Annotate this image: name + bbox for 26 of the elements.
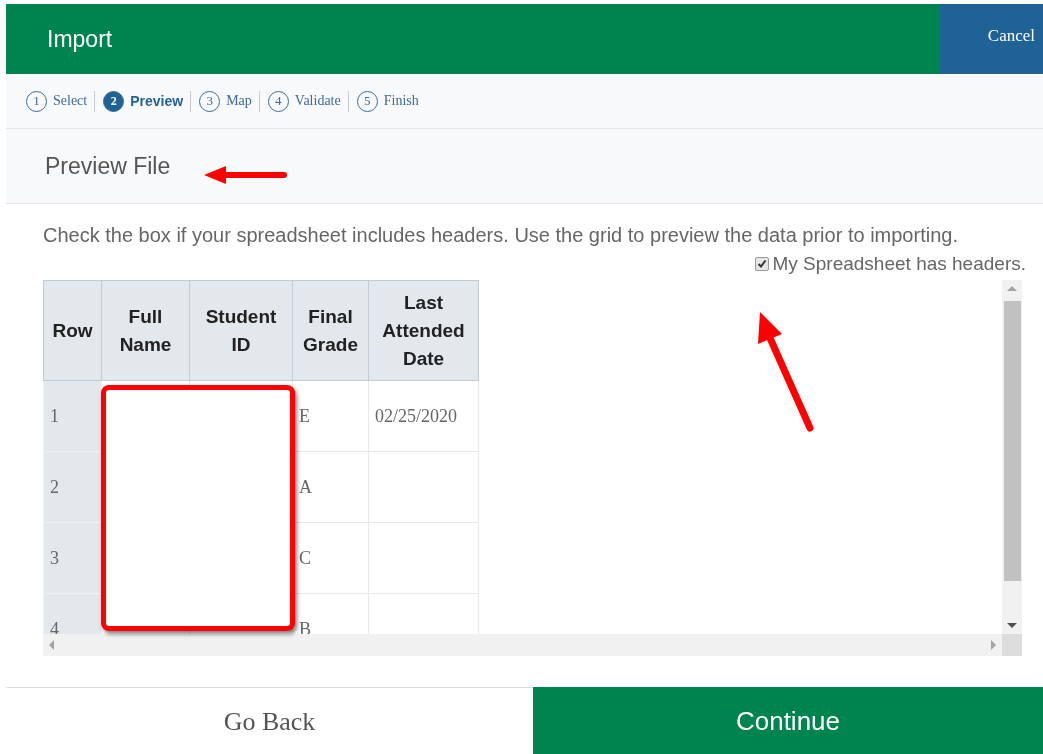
checkbox[interactable] <box>754 257 769 271</box>
row-number: 1 <box>43 380 102 452</box>
scrollbar-corner <box>1002 634 1022 656</box>
step-number[interactable]: 2 <box>103 90 125 112</box>
column-header[interactable]: Final Grade <box>292 280 369 381</box>
row-number: 3 <box>43 522 102 594</box>
column-header[interactable]: Row <box>43 280 102 381</box>
column-header[interactable]: Full Name <box>101 280 190 381</box>
continue-button[interactable]: Continue <box>533 687 1043 754</box>
step-tab[interactable]: Map <box>226 93 252 109</box>
row-number: 4 <box>43 593 102 634</box>
row-number: 2 <box>43 451 102 523</box>
column-header[interactable]: Student ID <box>189 280 293 381</box>
column-header[interactable]: Last Attended Date <box>368 280 479 381</box>
step-tab[interactable]: Select <box>53 93 88 109</box>
cancel-button[interactable]: Cancel <box>940 4 1043 74</box>
checkbox-label[interactable]: My Spreadsheet has headers. <box>772 253 1026 275</box>
instructions-text: Check the box if your spreadsheet includes headers. Use the grid to preview the data prior to importing. <box>43 223 959 248</box>
table-cell: 02/25/2020 <box>368 380 479 452</box>
dialog-title: Import <box>47 25 113 53</box>
vertical-scrollbar[interactable] <box>1002 280 1022 634</box>
step-tab[interactable]: Validate <box>294 93 341 109</box>
horizontal-scrollbar[interactable] <box>43 634 1002 656</box>
step-tab[interactable]: Finish <box>383 93 419 109</box>
section-title: Preview File <box>45 152 171 180</box>
step-tab[interactable]: Preview <box>130 93 184 109</box>
